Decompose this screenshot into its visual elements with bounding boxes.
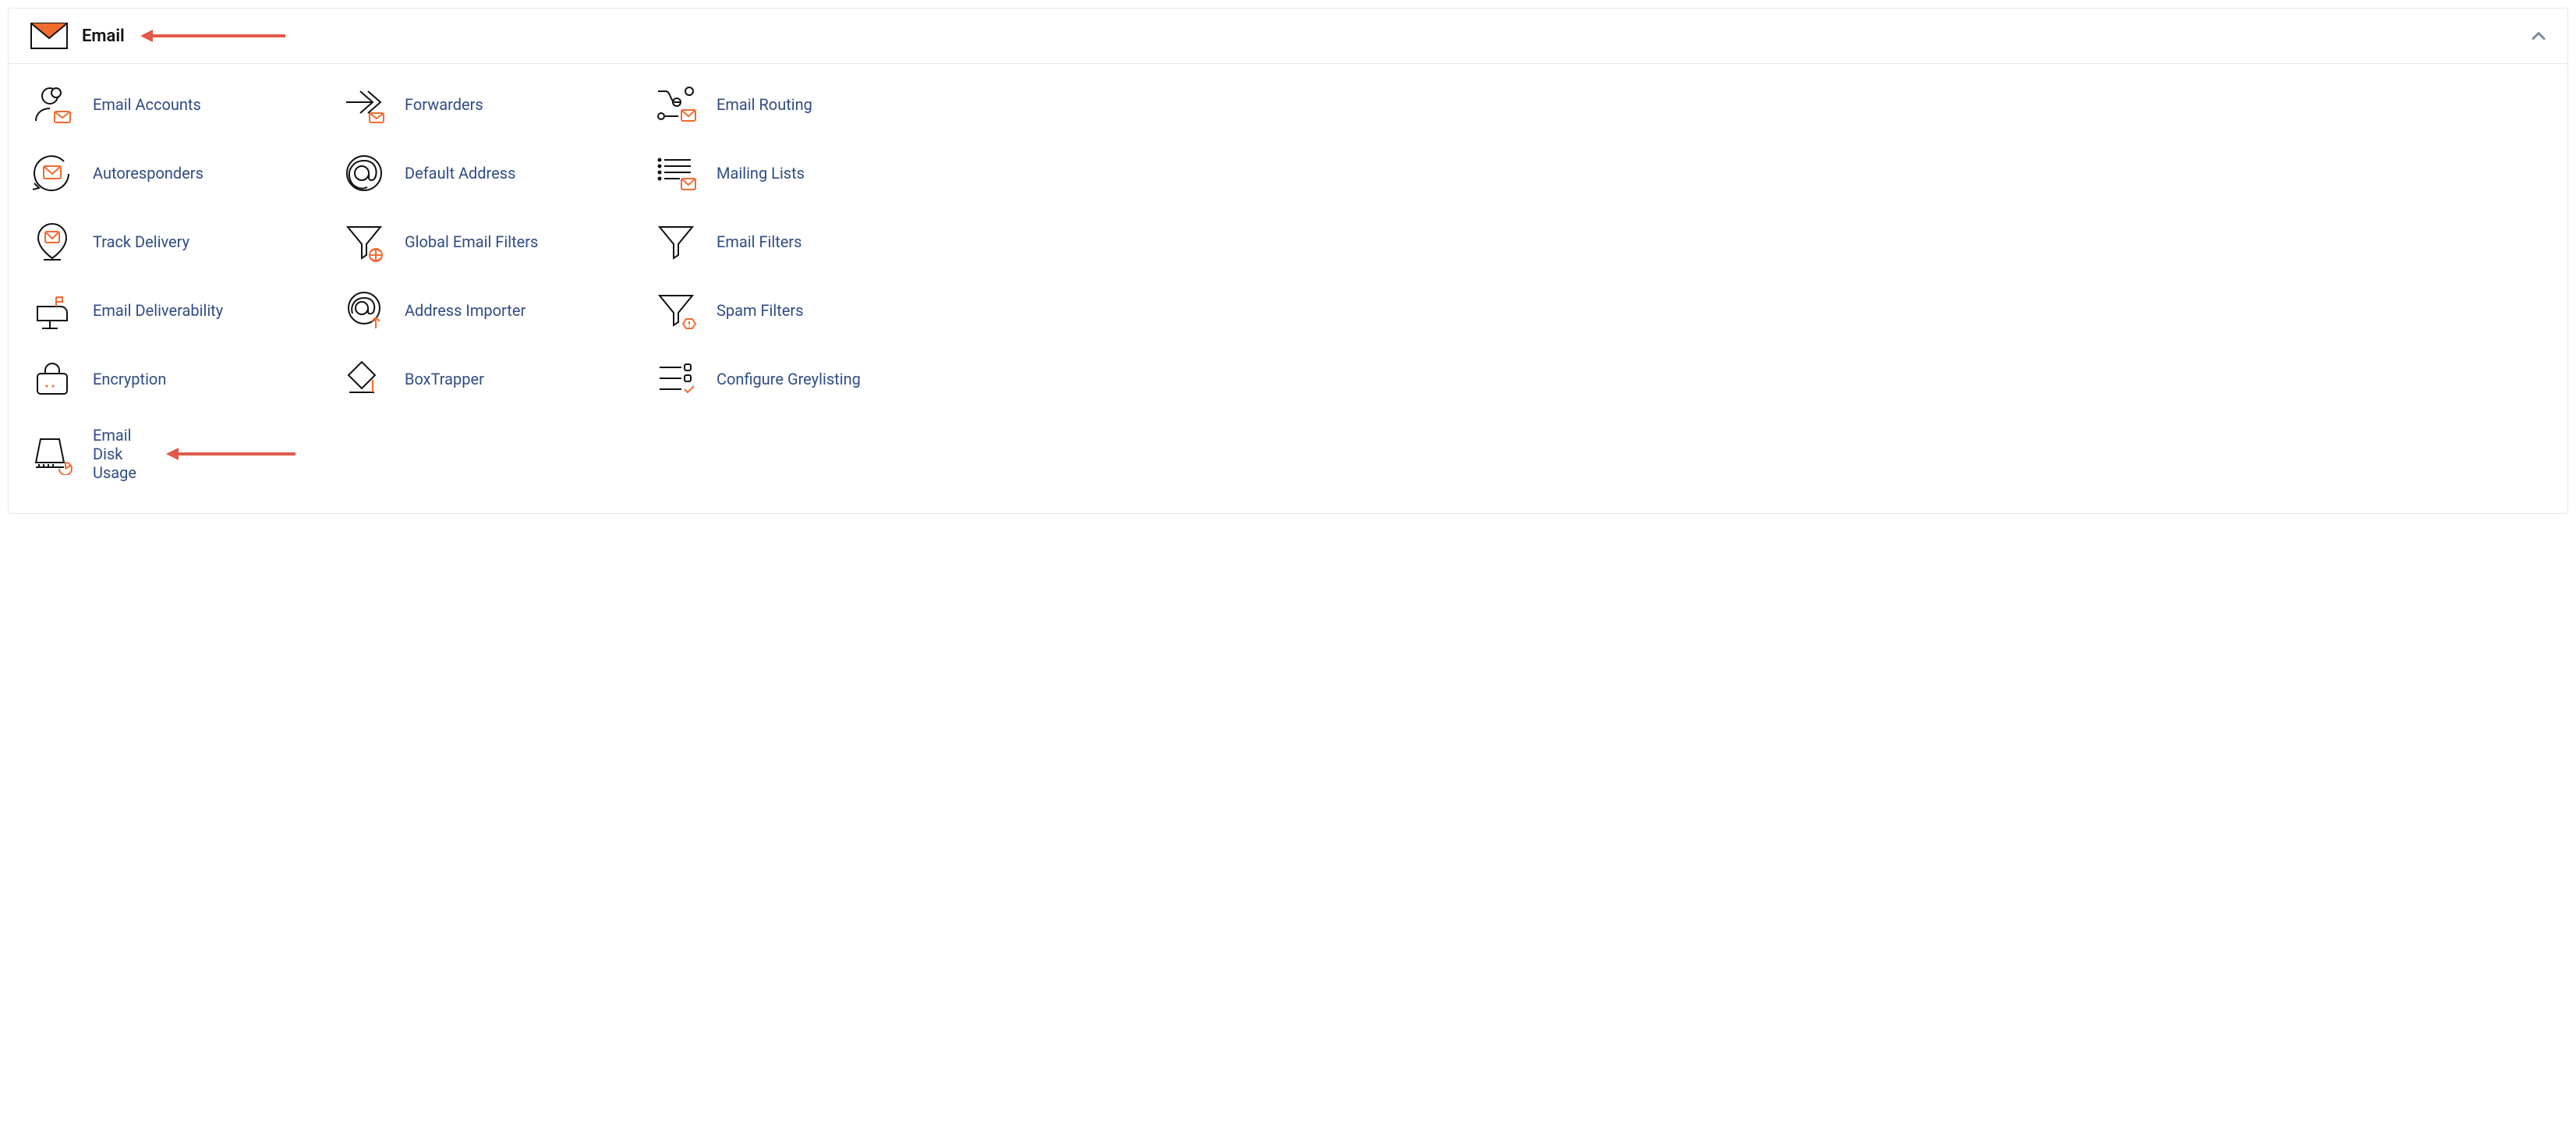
item-label: Default Address: [405, 164, 515, 183]
address-importer-icon: [342, 289, 386, 332]
global-email-filters-icon: [342, 220, 386, 264]
item-label: Email Disk Usage: [93, 426, 136, 482]
item-email-accounts[interactable]: Email Accounts: [30, 80, 295, 129]
item-email-deliverability[interactable]: Email Deliverability: [30, 285, 295, 335]
panel-header[interactable]: Email: [9, 9, 2567, 64]
email-disk-usage-icon: [30, 432, 74, 476]
panel-body: Email Accounts Forwarders: [9, 64, 2567, 513]
item-label: BoxTrapper: [405, 370, 484, 388]
panel-title: Email: [82, 27, 125, 46]
item-email-routing[interactable]: Email Routing: [654, 80, 919, 129]
boxtrapper-icon: [342, 357, 386, 401]
track-delivery-icon: [30, 220, 74, 264]
forwarders-icon: [342, 83, 386, 126]
item-default-address[interactable]: Default Address: [342, 148, 607, 198]
spam-filters-icon: [654, 289, 698, 332]
item-label: Spam Filters: [717, 301, 804, 320]
item-label: Email Filters: [717, 232, 802, 251]
autoresponders-icon: [30, 151, 74, 195]
configure-greylisting-icon: [654, 357, 698, 401]
items-grid: Email Accounts Forwarders: [30, 80, 2546, 485]
email-accounts-icon: [30, 83, 74, 126]
item-global-email-filters[interactable]: Global Email Filters: [342, 217, 607, 267]
item-label: Configure Greylisting: [717, 370, 861, 388]
item-email-disk-usage[interactable]: Email Disk Usage: [30, 423, 295, 485]
mailing-lists-icon: [654, 151, 698, 195]
item-spam-filters[interactable]: Spam Filters: [654, 285, 919, 335]
item-label: Forwarders: [405, 95, 483, 114]
item-label: Global Email Filters: [405, 232, 538, 251]
item-track-delivery[interactable]: Track Delivery: [30, 217, 295, 267]
item-label: Email Deliverability: [93, 301, 223, 320]
default-address-icon: [342, 151, 386, 195]
email-routing-icon: [654, 83, 698, 126]
item-boxtrapper[interactable]: BoxTrapper: [342, 354, 607, 404]
item-label: Email Accounts: [93, 95, 201, 114]
item-label: Email Routing: [717, 95, 812, 114]
email-icon: [30, 23, 68, 49]
item-autoresponders[interactable]: Autoresponders: [30, 148, 295, 198]
item-label: Autoresponders: [93, 164, 203, 183]
item-configure-greylisting[interactable]: Configure Greylisting: [654, 354, 919, 404]
item-forwarders[interactable]: Forwarders: [342, 80, 607, 129]
item-label: Mailing Lists: [717, 164, 805, 183]
item-mailing-lists[interactable]: Mailing Lists: [654, 148, 919, 198]
email-deliverability-icon: [30, 289, 74, 332]
email-filters-icon: [654, 220, 698, 264]
email-panel: Email Email Account: [8, 8, 2568, 514]
item-label: Track Delivery: [93, 232, 189, 251]
item-email-filters[interactable]: Email Filters: [654, 217, 919, 267]
collapse-toggle-icon[interactable]: [2532, 28, 2546, 44]
annotation-arrow-disk-usage: [166, 448, 295, 460]
annotation-arrow-header: [140, 30, 285, 42]
item-label: Address Importer: [405, 301, 525, 320]
item-encryption[interactable]: Encryption: [30, 354, 295, 404]
item-label: Encryption: [93, 370, 166, 388]
encryption-icon: [30, 357, 74, 401]
item-address-importer[interactable]: Address Importer: [342, 285, 607, 335]
